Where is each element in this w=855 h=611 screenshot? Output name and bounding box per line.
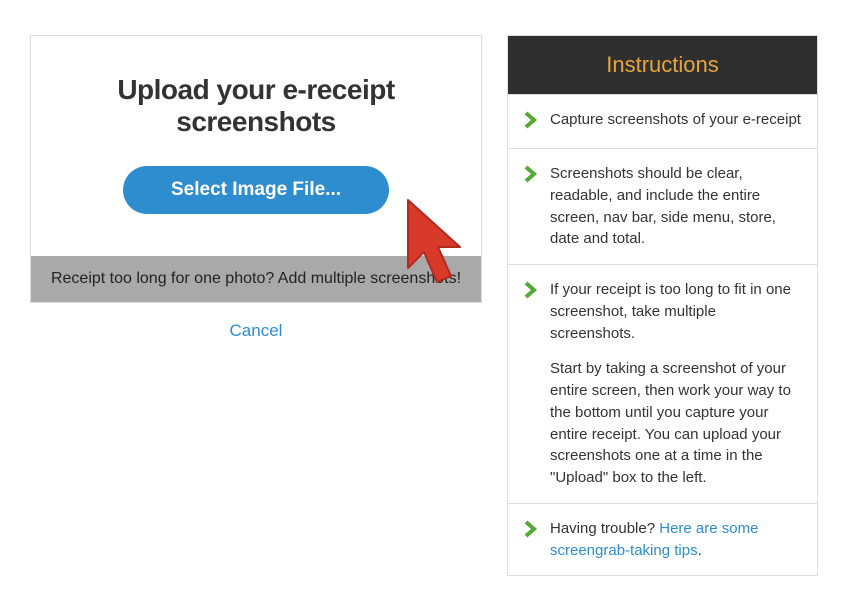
instruction-item: Screenshots should be clear, readable, a… [508,148,817,264]
cancel-link[interactable]: Cancel [30,303,482,341]
upload-panel: Upload your e-receipt screenshots Select… [30,35,482,341]
instruction-item: If your receipt is too long to fit in on… [508,264,817,503]
instruction-item: Capture screenshots of your e-receipt [508,94,817,148]
instructions-panel: Instructions Capture screenshots of your… [507,35,818,576]
instruction-text: Screenshots should be clear, readable, a… [550,163,801,250]
chevron-right-icon [522,165,540,188]
upload-box: Upload your e-receipt screenshots Select… [30,35,482,303]
chevron-right-icon [522,520,540,543]
select-image-button[interactable]: Select Image File... [123,166,389,214]
multiple-screenshots-hint: Receipt too long for one photo? Add mult… [31,256,481,302]
instruction-item: Having trouble? Here are some screengrab… [508,503,817,576]
instruction-text: Capture screenshots of your e-receipt [550,109,801,131]
instruction-text: Having trouble? Here are some screengrab… [550,518,801,562]
chevron-right-icon [522,281,540,304]
chevron-right-icon [522,111,540,134]
upload-title: Upload your e-receipt screenshots [31,36,481,166]
instruction-text: If your receipt is too long to fit in on… [550,279,801,489]
instructions-header: Instructions [508,36,817,94]
